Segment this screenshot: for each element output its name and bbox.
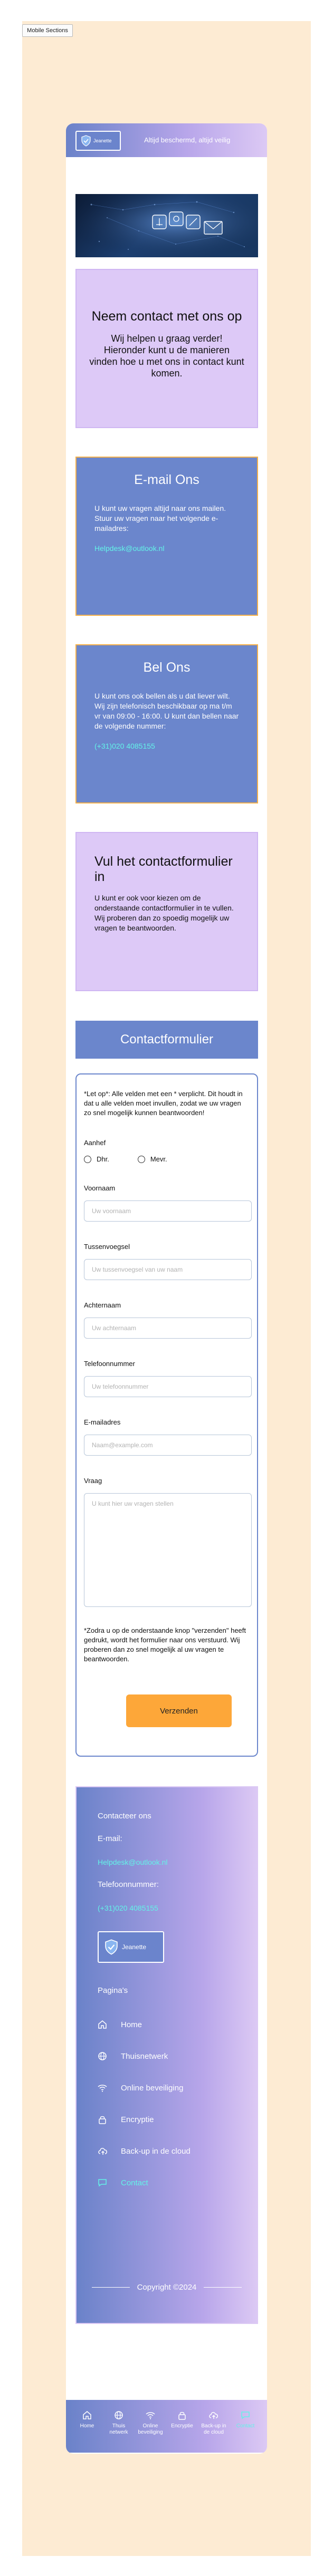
frame-label: Mobile Sections: [22, 24, 73, 37]
network-illustration: [75, 194, 258, 257]
contact-form: *Let op*: Alle velden met een * verplich…: [75, 1073, 258, 1757]
submit-button[interactable]: Verzenden: [126, 1694, 232, 1727]
home-icon: [98, 2020, 110, 2029]
shield-icon: [81, 135, 91, 147]
bottom-tab-bar: Home Thuis netwerk Online beveiliging En…: [66, 2400, 267, 2453]
cloud-upload-icon: [98, 2146, 110, 2156]
header: Jeanette Altijd beschermd, altijd veilig: [66, 123, 267, 157]
cloud-upload-icon: [209, 2412, 218, 2419]
contact-intro-card: Neem contact met ons op Wij helpen u gra…: [75, 269, 258, 428]
tab-label: Home: [80, 2423, 94, 2429]
lock-icon: [178, 2412, 186, 2420]
vraag-label: Vraag: [84, 1477, 102, 1485]
tussenvoegsel-input[interactable]: [84, 1259, 252, 1280]
contactform-title: Contactformulier: [75, 1021, 258, 1059]
footer-nav-label: Encryptie: [121, 2115, 154, 2124]
form-card-body: U kunt er ook voor kiezen om de ondersta…: [94, 894, 234, 932]
footer-nav-home[interactable]: Home: [98, 2009, 236, 2040]
footer-nav-label: Home: [121, 2020, 142, 2029]
form-note: *Let op*: Alle velden met een * verplich…: [84, 1090, 243, 1117]
footer-nav-encryptie[interactable]: Encryptie: [98, 2104, 236, 2135]
footer-nav-label: Thuisnetwerk: [121, 2051, 168, 2061]
tab-label: Encryptie: [171, 2423, 193, 2429]
footer-nav-online-beveiliging[interactable]: Online beveiliging: [98, 2072, 236, 2104]
footer-phone-heading: Telefoonnummer:: [98, 1880, 159, 1889]
email-input[interactable]: [84, 1435, 252, 1456]
phone-card-link[interactable]: (+31)020 4085155: [94, 742, 239, 750]
footer-contact-heading: Contacteer ons: [98, 1812, 151, 1820]
email-card-body: U kunt uw vragen altijd naar ons mailen.…: [94, 504, 226, 532]
radio-mevr[interactable]: [137, 1155, 145, 1163]
footer-nav-label: Contact: [121, 2178, 148, 2187]
copyright: Copyright ©2024: [77, 2283, 257, 2292]
aanhef-radio-group: Dhr. Mevr.: [84, 1155, 250, 1163]
phone-card-title: Bel Ons: [143, 660, 191, 675]
chat-icon: [98, 2178, 110, 2187]
contact-title: Neem contact met ons op: [91, 309, 242, 324]
email-card-link[interactable]: Helpdesk@outlook.nl: [94, 544, 239, 553]
divider: [204, 2287, 242, 2288]
wifi-icon: [146, 2412, 155, 2419]
tab-label: Online beveiliging: [138, 2423, 163, 2435]
chat-icon: [241, 2412, 250, 2419]
wifi-icon: [98, 2083, 110, 2093]
aanhef-label: Aanhef: [84, 1139, 106, 1147]
footer-nav-label: Online beveiliging: [121, 2083, 184, 2093]
tab-label: Contact: [236, 2423, 255, 2429]
tab-label: Back-up in de cloud: [201, 2423, 226, 2435]
email-label: E-mailadres: [84, 1418, 121, 1426]
phone-card: Bel Ons U kunt ons ook bellen als u dat …: [75, 644, 258, 803]
hero-image: [75, 194, 258, 257]
footer-nav-label: Back-up in de cloud: [121, 2146, 191, 2156]
footer-email-link[interactable]: Helpdesk@outlook.nl: [98, 1858, 236, 1866]
tab-label: Thuis netwerk: [109, 2423, 128, 2435]
telefoon-label: Telefoonnummer: [84, 1360, 135, 1368]
tab-encryptie[interactable]: Encryptie: [166, 2410, 198, 2453]
form-intro-card: Vul het contactformulier in U kunt er oo…: [75, 832, 258, 991]
lock-icon: [98, 2115, 110, 2124]
footer-nav-contact[interactable]: Contact: [98, 2167, 236, 2199]
copyright-text: Copyright ©2024: [137, 2283, 197, 2292]
form-card-title: Vul het contactformulier in: [94, 854, 233, 884]
tab-thuisnetwerk[interactable]: Thuis netwerk: [103, 2410, 135, 2453]
footer-nav: Home Thuisnetwerk Online beveiliging Enc…: [98, 2009, 236, 2199]
submit-note: *Zodra u op de onderstaande knop "verzen…: [84, 1626, 246, 1663]
tussenvoegsel-label: Tussenvoegsel: [84, 1243, 130, 1251]
mobile-screen[interactable]: Jeanette Altijd beschermd, altijd veilig: [66, 123, 267, 2454]
tab-backup[interactable]: Back-up in de cloud: [198, 2410, 230, 2453]
telefoon-input[interactable]: [84, 1376, 252, 1397]
voornaam-label: Voornaam: [84, 1184, 116, 1192]
email-card-title: E-mail Ons: [134, 472, 199, 487]
footer-phone-link[interactable]: (+31)020 4085155: [98, 1904, 236, 1912]
tab-home[interactable]: Home: [71, 2410, 103, 2453]
logo[interactable]: Jeanette: [75, 131, 121, 151]
radio-dhr[interactable]: [84, 1155, 91, 1163]
logo-text: Jeanette: [93, 138, 112, 143]
footer-nav-thuisnetwerk[interactable]: Thuisnetwerk: [98, 2040, 236, 2072]
voornaam-input[interactable]: [84, 1200, 252, 1222]
phone-card-body: U kunt ons ook bellen als u dat liever w…: [94, 692, 239, 730]
footer: Contacteer ons E-mail: Helpdesk@outlook.…: [75, 1786, 258, 2324]
globe-icon: [115, 2411, 123, 2419]
radio-mevr-label: Mevr.: [150, 1155, 167, 1163]
vraag-textarea[interactable]: [84, 1493, 252, 1607]
tab-online-beveiliging[interactable]: Online beveiliging: [135, 2410, 166, 2453]
footer-nav-backup[interactable]: Back-up in de cloud: [98, 2135, 236, 2167]
email-card: E-mail Ons U kunt uw vragen altijd naar …: [75, 457, 258, 616]
footer-pages-heading: Pagina's: [98, 1986, 128, 1995]
divider: [91, 2287, 130, 2288]
achternaam-label: Achternaam: [84, 1301, 121, 1309]
home-icon: [83, 2411, 91, 2419]
globe-icon: [98, 2051, 110, 2061]
shield-icon: [105, 1939, 118, 1955]
header-slogan: Altijd beschermd, altijd veilig: [144, 136, 231, 144]
footer-logo-text: Jeanette: [122, 1943, 147, 1951]
contact-subtitle: Wij helpen u graag verder! Hieronder kun…: [89, 333, 244, 379]
achternaam-input[interactable]: [84, 1318, 252, 1339]
footer-logo[interactable]: Jeanette: [98, 1931, 164, 1963]
tab-contact[interactable]: Contact: [230, 2410, 261, 2453]
radio-dhr-label: Dhr.: [97, 1155, 109, 1163]
footer-email-heading: E-mail:: [98, 1834, 122, 1843]
